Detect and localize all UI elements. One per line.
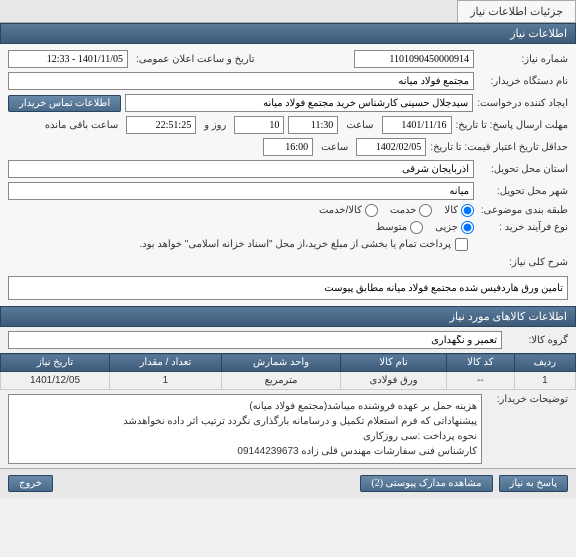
section-info-header: اطلاعات نیاز — [0, 23, 576, 44]
category-radio-group: کالا خدمت کالا/خدمت — [319, 204, 474, 217]
province-input[interactable] — [8, 160, 474, 178]
deadline-time-input[interactable] — [288, 116, 338, 134]
category-goods-label: کالا — [444, 205, 458, 216]
public-date-input[interactable] — [8, 50, 128, 68]
tab-bar: جزئیات اطلاعات نیاز — [0, 0, 576, 23]
process-medium-label: متوسط — [376, 222, 407, 233]
category-goods-service[interactable]: کالا/خدمت — [319, 204, 378, 217]
form-area: شماره نیاز: تاریخ و ساعت اعلان عمومی: نا… — [0, 44, 576, 306]
deadline-date-input[interactable] — [382, 116, 452, 134]
category-service-radio[interactable] — [419, 204, 432, 217]
section-goods-header: اطلاعات کالاهای مورد نیاز — [0, 306, 576, 327]
process-radio-group: جزیی متوسط — [376, 221, 474, 234]
th-unit: واحد شمارش — [221, 354, 340, 372]
respond-button[interactable]: پاسخ به نیاز — [499, 475, 569, 492]
buyer-notes: هزینه حمل بر عهده فروشنده میباشد(مجتمع ف… — [8, 394, 482, 464]
summary-input[interactable] — [8, 276, 568, 300]
process-partial-radio[interactable] — [461, 221, 474, 234]
tab-details[interactable]: جزئیات اطلاعات نیاز — [457, 0, 576, 22]
buyer-label: نام دستگاه خریدار: — [478, 76, 568, 87]
category-goods-radio[interactable] — [461, 204, 474, 217]
category-service[interactable]: خدمت — [390, 204, 433, 217]
cell-row: 1 — [514, 372, 575, 390]
footer-buttons: پاسخ به نیاز مشاهده مدارک پیوستی (2) خرو… — [0, 468, 576, 498]
validity-time-input[interactable] — [263, 138, 313, 156]
process-medium-radio[interactable] — [410, 221, 423, 234]
cell-code: -- — [446, 372, 514, 390]
request-no-label: شماره نیاز: — [478, 54, 568, 65]
payment-note: پرداخت تمام یا بخشی از مبلغ خرید،از محل … — [139, 239, 451, 250]
public-date-label: تاریخ و ساعت اعلان عمومی: — [132, 54, 259, 65]
city-label: شهر محل تحویل: — [478, 186, 568, 197]
category-service-label: خدمت — [390, 205, 417, 216]
city-input[interactable] — [8, 182, 474, 200]
payment-checkbox-row: پرداخت تمام یا بخشی از مبلغ خرید،از محل … — [8, 238, 468, 251]
province-label: استان محل تحویل: — [478, 164, 568, 175]
group-label: گروه کالا: — [508, 335, 568, 346]
goods-table: ردیف کد کالا نام کالا واحد شمارش تعداد /… — [0, 353, 576, 390]
th-row: ردیف — [514, 354, 575, 372]
attachments-button[interactable]: مشاهده مدارک پیوستی (2) — [360, 475, 492, 492]
process-partial-label: جزیی — [435, 222, 458, 233]
remaining-label: ساعت باقی مانده — [41, 120, 122, 131]
cell-unit: مترمربع — [221, 372, 340, 390]
table-row[interactable]: 1 -- ورق فولادی مترمربع 1 1401/12/05 — [1, 372, 576, 390]
requester-label: ایجاد کننده درخواست: — [477, 98, 568, 109]
th-name: نام کالا — [341, 354, 447, 372]
group-input[interactable] — [8, 331, 502, 349]
buyer-input[interactable] — [8, 72, 474, 90]
category-goods[interactable]: کالا — [444, 204, 474, 217]
note-line-2: پیشنهاداتی که فرم استعلام تکمیل و درساما… — [13, 414, 477, 429]
remaining-time-input — [126, 116, 196, 134]
cell-date: 1401/12/05 — [1, 372, 110, 390]
validity-date-input[interactable] — [356, 138, 426, 156]
notes-label: توضیحات خریدار: — [488, 394, 568, 405]
time-label-2: ساعت — [317, 142, 352, 153]
exit-button[interactable]: خروج — [8, 475, 53, 492]
th-qty: تعداد / مقدار — [110, 354, 222, 372]
summary-label: شرح کلی نیاز: — [478, 257, 568, 268]
requester-input[interactable] — [125, 94, 473, 112]
validity-label: حداقل تاریخ اعتبار قیمت: تا تاریخ: — [430, 142, 568, 153]
request-no-input[interactable] — [354, 50, 474, 68]
th-date: تاریخ نیاز — [1, 354, 110, 372]
th-code: کد کالا — [446, 354, 514, 372]
process-medium[interactable]: متوسط — [376, 221, 423, 234]
deadline-label: مهلت ارسال پاسخ: تا تاریخ: — [456, 120, 568, 131]
note-line-1: هزینه حمل بر عهده فروشنده میباشد(مجتمع ف… — [13, 399, 477, 414]
cell-name: ورق فولادی — [341, 372, 447, 390]
process-label: نوع فرآیند خرید : — [478, 222, 568, 233]
category-goods-service-radio[interactable] — [365, 204, 378, 217]
group-row: گروه کالا: — [0, 327, 576, 353]
note-line-4: کارشناس فنی سفارشات مهندس قلی زاده 09144… — [13, 444, 477, 459]
note-line-3: نحوه پرداخت :سی روزکاری — [13, 429, 477, 444]
payment-checkbox[interactable] — [455, 238, 468, 251]
category-label: طبقه بندی موضوعی: — [478, 205, 568, 216]
remaining-days-input — [234, 116, 284, 134]
time-label-1: ساعت — [342, 120, 377, 131]
category-goods-service-label: کالا/خدمت — [319, 205, 362, 216]
cell-qty: 1 — [110, 372, 222, 390]
process-partial[interactable]: جزیی — [435, 221, 474, 234]
contact-button[interactable]: اطلاعات تماس خریدار — [8, 95, 121, 112]
days-label: روز و — [200, 120, 230, 131]
